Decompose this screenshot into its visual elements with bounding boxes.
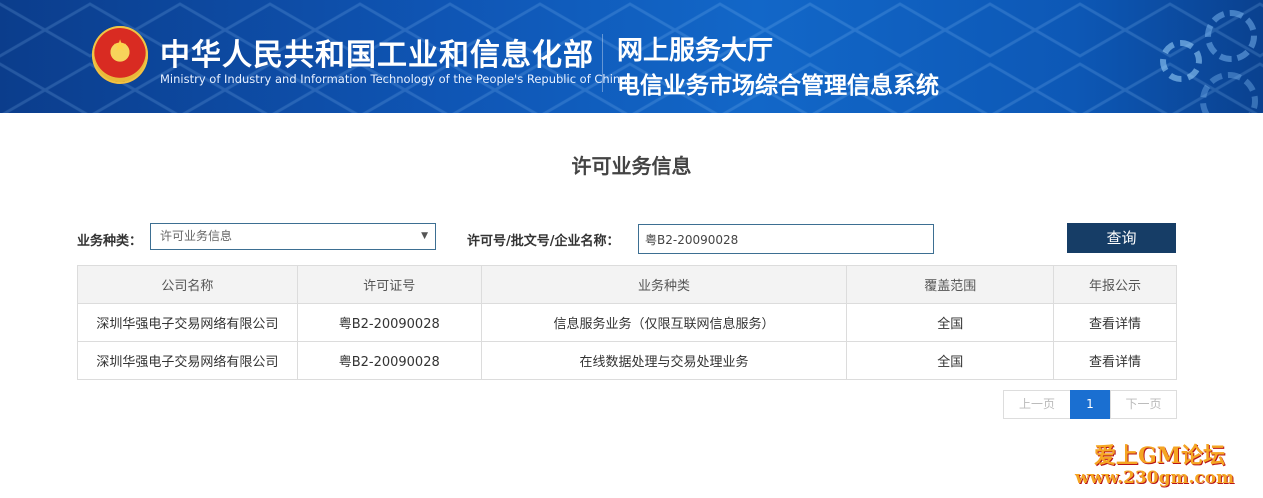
cell-coverage: 全国 [846,303,1055,342]
page-title: 许可业务信息 [571,154,692,178]
watermark-url: www.230gm.com [1075,468,1235,488]
query-button[interactable]: 查询 [1067,223,1176,253]
page-1-button[interactable]: 1 [1070,390,1110,419]
watermark-title: 爱上GM论坛 [1094,443,1226,469]
license-table: 公司名称 许可证号 业务种类 覆盖范围 年报公示 深圳华强电子交易网络有限公司 … [77,265,1177,380]
service-hall-title: 网上服务大厅 [617,36,774,66]
category-select-value: 许可业务信息 [160,229,233,243]
column-header-report: 年报公示 [1053,265,1177,304]
cell-company: 深圳华强电子交易网络有限公司 [77,341,298,380]
table-row: 深圳华强电子交易网络有限公司 粤B2-20090028 信息服务业务（仅限互联网… [77,303,1177,342]
category-select[interactable]: 许可业务信息 ▼ [150,223,436,250]
cell-business: 在线数据处理与交易处理业务 [480,341,848,380]
column-header-coverage: 覆盖范围 [846,265,1055,304]
header-divider [602,34,603,92]
system-title: 电信业务市场综合管理信息系统 [617,73,939,99]
ministry-name-cn: 中华人民共和国工业和信息化部 [160,38,594,73]
table-row: 深圳华强电子交易网络有限公司 粤B2-20090028 在线数据处理与交易处理业… [77,341,1177,380]
ministry-name-en: Ministry of Industry and Information Tec… [160,72,628,86]
header-banner: 中华人民共和国工业和信息化部 Ministry of Industry and … [0,0,1263,113]
gear-icon [1160,40,1202,82]
cell-company: 深圳华强电子交易网络有限公司 [77,303,298,342]
category-label: 业务种类： [77,234,143,249]
table-header-row: 公司名称 许可证号 业务种类 覆盖范围 年报公示 [77,265,1177,304]
view-details-link[interactable]: 查看详情 [1053,303,1177,342]
next-page-button[interactable]: 下一页 [1110,390,1177,419]
column-header-license: 许可证号 [296,265,482,304]
view-details-link[interactable]: 查看详情 [1053,341,1177,380]
cell-license: 粤B2-20090028 [296,303,482,342]
gear-icon [1205,10,1257,62]
dropdown-arrow-icon: ▼ [421,231,428,241]
keyword-label: 许可号/批文号/企业名称： [467,234,620,249]
cell-license: 粤B2-20090028 [296,341,482,380]
national-emblem-icon [92,26,148,84]
prev-page-button[interactable]: 上一页 [1003,390,1071,419]
column-header-business: 业务种类 [480,265,848,304]
cell-business: 信息服务业务（仅限互联网信息服务） [480,303,848,342]
column-header-company: 公司名称 [77,265,298,304]
keyword-input[interactable] [638,224,934,254]
cell-coverage: 全国 [846,341,1055,380]
